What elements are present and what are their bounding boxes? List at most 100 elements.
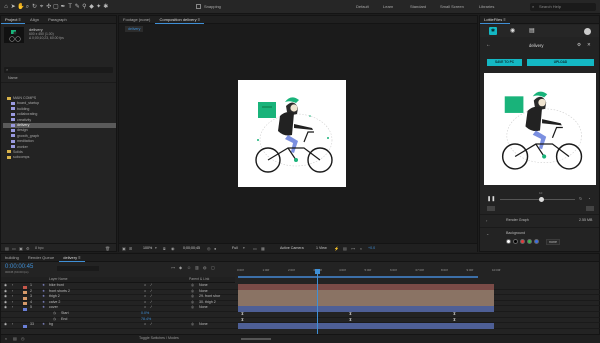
background-swatch[interactable]: [527, 239, 532, 244]
pickwhip-icon[interactable]: ◎: [191, 283, 194, 288]
text-tool-icon[interactable]: T: [67, 4, 73, 10]
draft-3d-icon[interactable]: ◆: [179, 266, 182, 270]
background-swatch[interactable]: [520, 239, 525, 244]
new-comp-icon[interactable]: ▣: [19, 247, 23, 251]
project-settings-icon[interactable]: ⚙: [26, 247, 30, 251]
zoom-dropdown[interactable]: 100%: [143, 246, 152, 251]
settings-icon[interactable]: ⚙: [577, 42, 581, 47]
frame-blending-icon[interactable]: ▥: [195, 266, 199, 270]
volume-icon[interactable]: ◔: [588, 197, 590, 201]
parent-dropdown[interactable]: 29. front shor: [199, 295, 220, 299]
tab-composition[interactable]: Composition delivery ≡: [155, 16, 205, 24]
workspace-learn[interactable]: Learn: [383, 5, 393, 9]
graph-editor-icon[interactable]: ▢: [211, 266, 215, 270]
chevron-right-icon[interactable]: ›: [486, 219, 487, 223]
hand-tool-icon[interactable]: ✋: [17, 4, 24, 10]
shy-icon[interactable]: ⌂: [144, 283, 146, 288]
help-search-box[interactable]: ⌕ Search Help: [530, 3, 596, 11]
layer-row[interactable]: ◉ › 33 ★ bg ⌂ ∕ ◎ None: [1, 323, 600, 329]
zoom-tool-icon[interactable]: ⌕: [24, 4, 30, 10]
expand-chevron-icon[interactable]: ›: [12, 323, 13, 327]
current-time-display[interactable]: 0;00;00;45: [183, 246, 200, 251]
expand-chevron-icon[interactable]: ›: [12, 300, 13, 305]
playback-scrubber[interactable]: [500, 199, 575, 200]
reset-exposure-icon[interactable]: ◐: [360, 247, 362, 251]
camera-tool-icon[interactable]: ⌖: [39, 4, 45, 10]
shape-tool-icon[interactable]: ▢: [53, 4, 59, 10]
composition-canvas[interactable]: [238, 80, 346, 187]
background-swatch[interactable]: [513, 239, 518, 244]
camera-snapshot-icon[interactable]: ◎: [207, 247, 211, 251]
close-icon[interactable]: ✕: [587, 42, 591, 47]
render-graph-label[interactable]: Render Graph: [506, 218, 529, 223]
playhead-handle[interactable]: [315, 269, 320, 274]
label-color-swatch[interactable]: [23, 296, 27, 300]
flowchart-icon[interactable]: ⊶: [351, 247, 355, 251]
tab-delivery[interactable]: delivery ≡: [59, 254, 85, 262]
puppet-tool-icon[interactable]: ✱: [103, 4, 109, 10]
eye-icon[interactable]: ◉: [4, 323, 7, 327]
workspace-default[interactable]: Default: [356, 5, 369, 9]
project-item[interactable]: subcomps: [3, 155, 116, 160]
selection-tool-icon[interactable]: ➤: [10, 4, 16, 10]
background-swatch[interactable]: [534, 239, 539, 244]
stopwatch-icon[interactable]: ◷: [53, 317, 56, 322]
project-search-input[interactable]: ⌕: [4, 67, 113, 73]
shy-icon[interactable]: ⌂: [144, 323, 146, 327]
layer-name[interactable]: calve 2: [49, 300, 60, 305]
playhead-line[interactable]: [317, 269, 318, 339]
frame-icon[interactable]: ⧈: [163, 247, 166, 251]
lottie-logo-icon[interactable]: ✱: [489, 27, 497, 35]
interpret-footage-icon[interactable]: ▤: [5, 247, 9, 251]
shy-icon[interactable]: ⌂: [144, 289, 146, 294]
shy-icon[interactable]: ⌂: [144, 306, 146, 310]
frame-end-box[interactable]: [586, 206, 594, 211]
transparency-grid-icon[interactable]: ▦: [261, 247, 265, 251]
pen-tool-icon[interactable]: ✒: [60, 4, 66, 10]
pickwhip-icon[interactable]: ◎: [191, 306, 194, 310]
hide-shy-icon[interactable]: ☺: [187, 266, 191, 270]
clone-tool-icon[interactable]: ⚲: [81, 4, 87, 10]
label-color-swatch[interactable]: [23, 324, 27, 328]
stopwatch-icon[interactable]: ◷: [53, 311, 56, 316]
pause-icon[interactable]: ❚❚: [487, 197, 495, 202]
eye-icon[interactable]: ◉: [4, 295, 7, 299]
brush-tool-icon[interactable]: ✎: [74, 4, 80, 10]
tab-building[interactable]: building: [1, 254, 23, 262]
column-name-header[interactable]: Name: [8, 76, 18, 81]
quality-icon[interactable]: ∕: [151, 295, 152, 299]
roto-tool-icon[interactable]: ✦: [96, 4, 102, 10]
motion-blur-icon[interactable]: ◍: [203, 266, 207, 270]
scrubber-handle[interactable]: [539, 197, 544, 202]
parent-dropdown[interactable]: None: [199, 283, 208, 288]
expand-chevron-icon[interactable]: ›: [12, 295, 13, 299]
list-icon[interactable]: ▤: [529, 28, 535, 34]
tab-render-queue[interactable]: Render Queue: [24, 254, 58, 262]
work-area-bar[interactable]: [238, 276, 478, 278]
expand-chevron-icon[interactable]: ›: [12, 289, 13, 294]
guides-icon[interactable]: ⊞: [129, 247, 132, 251]
always-preview-icon[interactable]: ▣: [122, 247, 126, 251]
tab-paragraph[interactable]: Paragraph: [44, 16, 71, 24]
keyframe-icon[interactable]: ⧗: [349, 311, 352, 316]
save-to-pc-button[interactable]: SAVE TO PC: [487, 59, 522, 66]
layer-name[interactable]: bg: [49, 323, 53, 327]
back-arrow-icon[interactable]: ←: [486, 43, 491, 48]
new-folder-icon[interactable]: ▭: [12, 247, 16, 251]
trash-icon[interactable]: 🗑: [105, 247, 110, 251]
parent-dropdown[interactable]: None: [199, 306, 208, 310]
shy-icon[interactable]: ⌂: [144, 295, 146, 299]
workspace-small-screen[interactable]: Small Screen: [440, 5, 464, 9]
preview-eye-icon[interactable]: ◉: [510, 28, 515, 34]
property-value[interactable]: 0.0%: [141, 311, 149, 316]
layer-duration-bar[interactable]: [238, 323, 494, 329]
comp-breadcrumb[interactable]: delivery: [125, 26, 144, 32]
keyframe-icon[interactable]: ⧗: [241, 311, 244, 316]
home-icon[interactable]: ⌂: [3, 4, 9, 10]
eraser-tool-icon[interactable]: ◆: [89, 4, 95, 10]
column-parent-link[interactable]: Parent & Link: [189, 277, 209, 281]
toggle-switches-modes[interactable]: Toggle Switches / Modes: [139, 336, 179, 341]
pickwhip-icon[interactable]: ◎: [191, 289, 194, 294]
loop-icon[interactable]: ↻: [579, 197, 582, 201]
label-color-swatch[interactable]: [23, 307, 27, 311]
